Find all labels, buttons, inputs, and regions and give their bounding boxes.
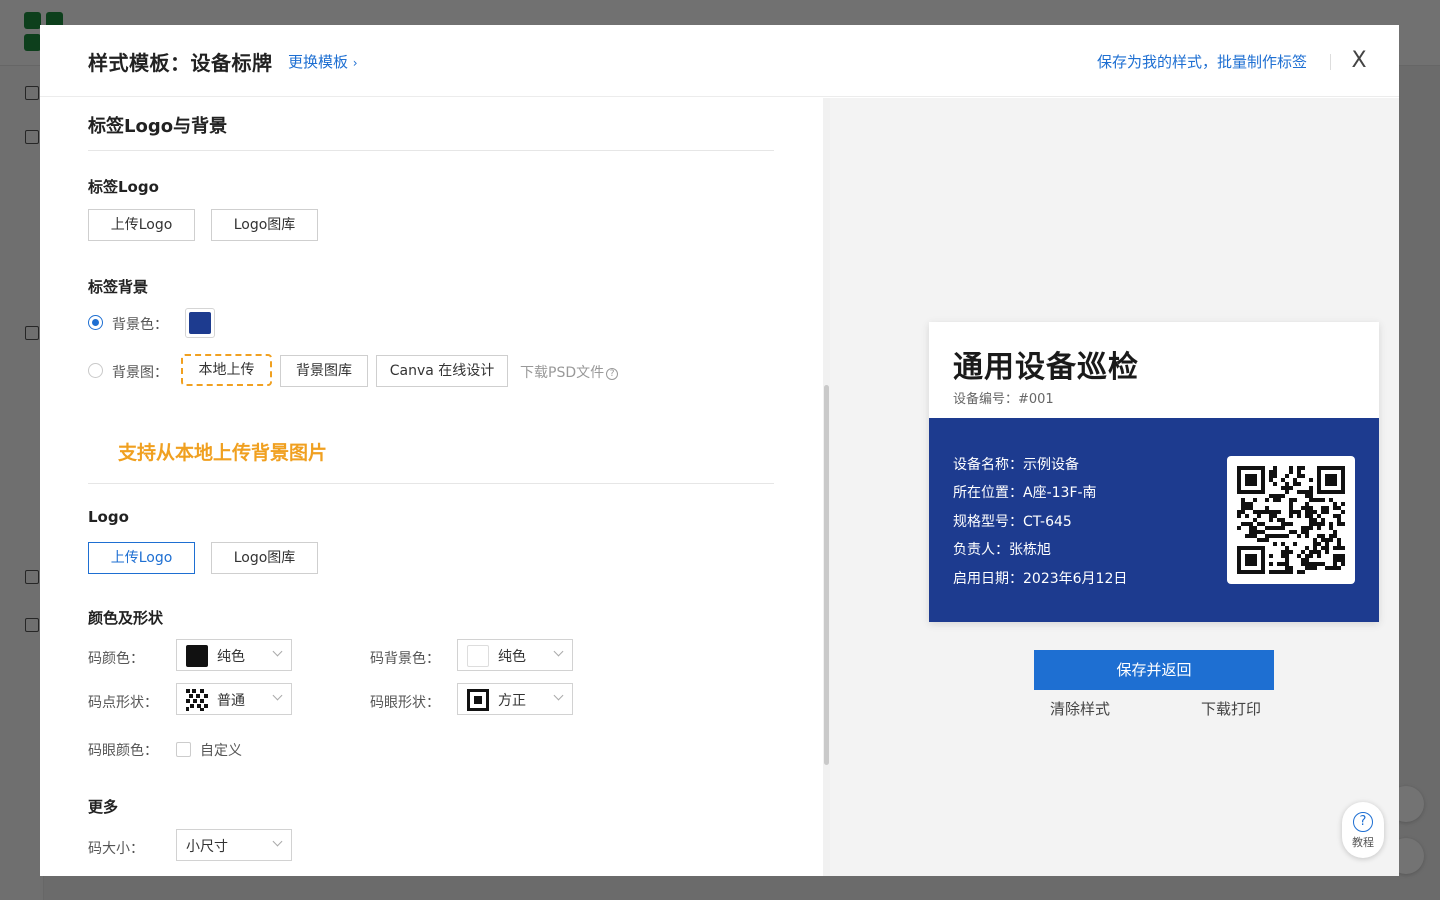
- dot-shape-select[interactable]: 普通: [176, 683, 292, 715]
- eye-color-label: 码眼颜色：: [88, 743, 158, 759]
- modal-header: 样式模板：设备标牌 更换模板 › 保存为我的样式，批量制作标签 X: [40, 25, 1399, 97]
- logo-library-button-2[interactable]: Logo图库: [211, 542, 318, 574]
- tutorial-button[interactable]: ? 教程: [1342, 802, 1384, 858]
- bg-color-swatch: [189, 312, 211, 334]
- code-color-swatch: [186, 645, 208, 667]
- label-line: 负责人：张栋旭: [953, 542, 1051, 558]
- qr-code: [1227, 456, 1355, 584]
- chevron-down-icon: [553, 646, 564, 657]
- code-color-value: 纯色: [217, 649, 245, 665]
- preview-panel: 通用设备巡检 设备编号：#001 设备名称：示例设备 所在位置：A座-13F-南…: [830, 98, 1399, 876]
- scrollbar-thumb[interactable]: [824, 385, 829, 765]
- download-psd-link[interactable]: 下载PSD文件?: [520, 362, 619, 382]
- label-title: 通用设备巡检: [953, 350, 1139, 385]
- upload-tooltip: 支持从本地上传背景图片: [101, 429, 353, 472]
- code-bg-color-select[interactable]: 纯色: [457, 639, 573, 671]
- more-title: 更多: [88, 798, 119, 816]
- download-psd-label: 下载PSD文件: [520, 365, 605, 381]
- eye-shape-label: 码眼形状：: [370, 695, 440, 711]
- chevron-down-icon: [272, 690, 283, 701]
- switch-template-link[interactable]: 更换模板 ›: [288, 51, 358, 72]
- divider: [88, 483, 774, 484]
- label-preview: 通用设备巡检 设备编号：#001 设备名称：示例设备 所在位置：A座-13F-南…: [929, 322, 1379, 622]
- chevron-down-icon: [272, 646, 283, 657]
- label-line: 所在位置：A座-13F-南: [953, 485, 1097, 501]
- code-bg-color-swatch: [467, 645, 489, 667]
- label-bg-title: 标签背景: [88, 278, 149, 296]
- close-icon[interactable]: X: [1345, 47, 1373, 75]
- modal-title: 样式模板：设备标牌: [88, 51, 273, 75]
- tooltip-text: 支持从本地上传背景图片: [118, 442, 328, 464]
- section-title-logo-bg: 标签Logo与背景: [88, 116, 228, 137]
- eye-color-custom-label: 自定义: [200, 743, 242, 759]
- question-icon: ?: [606, 368, 619, 380]
- label-header: 通用设备巡检 设备编号：#001: [929, 322, 1379, 418]
- save-and-return-button[interactable]: 保存并返回: [1034, 650, 1274, 690]
- bg-image-radio[interactable]: [88, 363, 103, 378]
- divider: [88, 150, 774, 151]
- bg-color-label: 背景色：: [112, 317, 168, 333]
- label-logo-title: 标签Logo: [88, 178, 159, 196]
- qr-code-icon: [1237, 466, 1345, 574]
- code-size-select[interactable]: 小尺寸: [176, 829, 292, 861]
- square-eye-icon: [467, 689, 489, 711]
- label-background-card: 标签背景 背景色： 背景图： 本地上传 背景图库 Canva 在线设计 下载PS…: [72, 261, 788, 406]
- dot-pattern-icon: [186, 689, 208, 711]
- label-line: 规格型号：CT-645: [953, 514, 1072, 530]
- code-size-value: 小尺寸: [186, 839, 228, 855]
- chevron-down-icon: [272, 836, 283, 847]
- upload-logo-button[interactable]: 上传Logo: [88, 209, 195, 241]
- canva-design-button[interactable]: Canva 在线设计: [376, 355, 508, 387]
- bg-color-radio[interactable]: [88, 315, 103, 330]
- label-body: 设备名称：示例设备 所在位置：A座-13F-南 规格型号：CT-645 负责人：…: [929, 418, 1379, 622]
- chevron-down-icon: [553, 690, 564, 701]
- code-size-label: 码大小：: [88, 841, 144, 857]
- bg-color-picker[interactable]: [185, 308, 215, 338]
- chevron-right-icon: ›: [352, 56, 358, 70]
- header-divider: [1330, 54, 1331, 70]
- eye-shape-select[interactable]: 方正: [457, 683, 573, 715]
- label-line: 设备名称：示例设备: [953, 457, 1079, 473]
- bg-image-label: 背景图：: [112, 365, 168, 381]
- settings-panel: 标签Logo与背景 标签Logo 上传Logo Logo图库 Logo 上传Lo…: [40, 98, 824, 876]
- logo-upload-button[interactable]: 上传Logo: [88, 542, 195, 574]
- bg-library-button[interactable]: 背景图库: [280, 355, 368, 387]
- eye-color-custom-checkbox[interactable]: [176, 742, 191, 757]
- code-color-select[interactable]: 纯色: [176, 639, 292, 671]
- color-shape-title: 颜色及形状: [88, 609, 164, 627]
- save-as-my-style-link[interactable]: 保存为我的样式，批量制作标签: [1097, 51, 1307, 72]
- code-color-label: 码颜色：: [88, 651, 144, 667]
- label-line: 启用日期：2023年6月12日: [953, 571, 1128, 587]
- logo-library-button[interactable]: Logo图库: [211, 209, 318, 241]
- eye-shape-value: 方正: [498, 693, 526, 709]
- clear-style-link[interactable]: 清除样式: [1050, 698, 1110, 719]
- logo-title: Logo: [88, 508, 129, 526]
- help-icon: ?: [1353, 812, 1373, 832]
- code-bg-color-value: 纯色: [498, 649, 526, 665]
- tutorial-label: 教程: [1352, 836, 1374, 849]
- label-device-code: 设备编号：#001: [953, 392, 1054, 407]
- switch-template-label: 更换模板: [288, 53, 349, 71]
- download-print-link[interactable]: 下载打印: [1201, 698, 1261, 719]
- code-bg-color-label: 码背景色：: [370, 651, 440, 667]
- dot-shape-label: 码点形状：: [88, 695, 158, 711]
- local-upload-button[interactable]: 本地上传: [181, 354, 272, 386]
- dot-shape-value: 普通: [217, 693, 245, 709]
